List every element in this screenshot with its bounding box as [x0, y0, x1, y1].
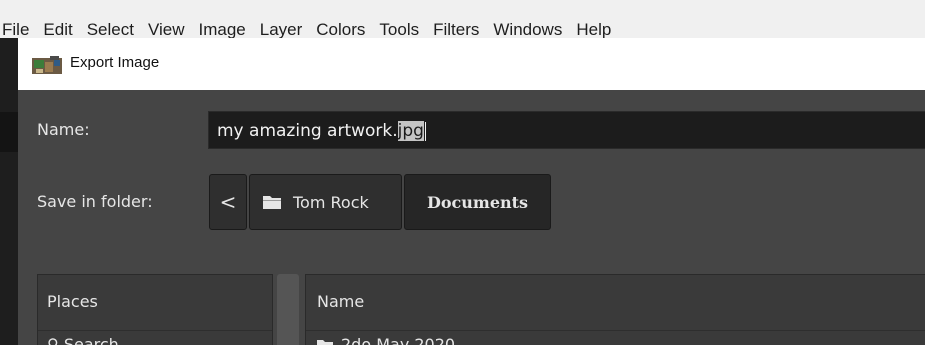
filename-extension-selection: jpg [397, 121, 424, 141]
menu-windows[interactable]: Windows [493, 20, 562, 38]
pane-divider-handle[interactable] [277, 274, 299, 345]
name-label: Name: [37, 120, 90, 139]
menu-tools[interactable]: Tools [379, 20, 419, 38]
name-column-label: Name [317, 292, 365, 311]
menu-layer[interactable]: Layer [260, 20, 303, 38]
breadcrumb-documents[interactable]: Documents [404, 174, 551, 230]
dialog-title: Export Image [70, 54, 160, 71]
file-row[interactable]: 2do May 2020 [317, 335, 455, 345]
text-caret [424, 121, 426, 141]
folder-icon [317, 339, 333, 345]
places-header[interactable]: Places [38, 275, 272, 331]
filename-text: my amazing artwork.jpg [217, 121, 426, 141]
menu-colors[interactable]: Colors [316, 20, 365, 38]
background-menubar: File Edit Select View Image Layer Colors… [0, 0, 925, 38]
menu-image[interactable]: Image [199, 20, 246, 38]
menu-edit[interactable]: Edit [43, 20, 72, 38]
places-item-search[interactable]: ⚲ Search [47, 335, 119, 345]
files-pane: Name 2do May 2020 [305, 274, 925, 345]
files-name-column-header[interactable]: Name [306, 275, 925, 331]
menu-view[interactable]: View [148, 20, 185, 38]
menu-help[interactable]: Help [576, 20, 611, 38]
background-canvas-edge [0, 38, 18, 345]
menu-select[interactable]: Select [87, 20, 134, 38]
save-in-folder-label: Save in folder: [37, 192, 153, 211]
menu-file[interactable]: File [2, 20, 29, 38]
places-pane: Places ⚲ Search [37, 274, 273, 345]
filename-input[interactable]: my amazing artwork.jpg [208, 111, 925, 149]
breadcrumb-tom-rock-label: Tom Rock [293, 192, 369, 212]
dialog-titlebar[interactable]: Export Image [18, 38, 925, 90]
breadcrumb-back-button[interactable]: < [209, 174, 247, 230]
background-notch [0, 112, 18, 152]
menu-filters[interactable]: Filters [433, 20, 479, 38]
export-image-dialog: Export Image Name: my amazing artwork.jp… [18, 38, 925, 345]
search-icon: ⚲ [47, 335, 59, 345]
places-item-label: Search [63, 335, 119, 345]
chevron-left-icon: < [219, 190, 237, 214]
file-row-name: 2do May 2020 [341, 335, 456, 345]
menu-items: File Edit Select View Image Layer Colors… [2, 20, 611, 38]
folder-icon [263, 196, 281, 209]
places-header-label: Places [47, 292, 98, 311]
breadcrumb-documents-label: Documents [426, 192, 529, 212]
filename-base: my amazing artwork. [217, 121, 398, 141]
breadcrumb-tom-rock[interactable]: Tom Rock [249, 174, 402, 230]
gimp-app-icon [32, 56, 62, 74]
